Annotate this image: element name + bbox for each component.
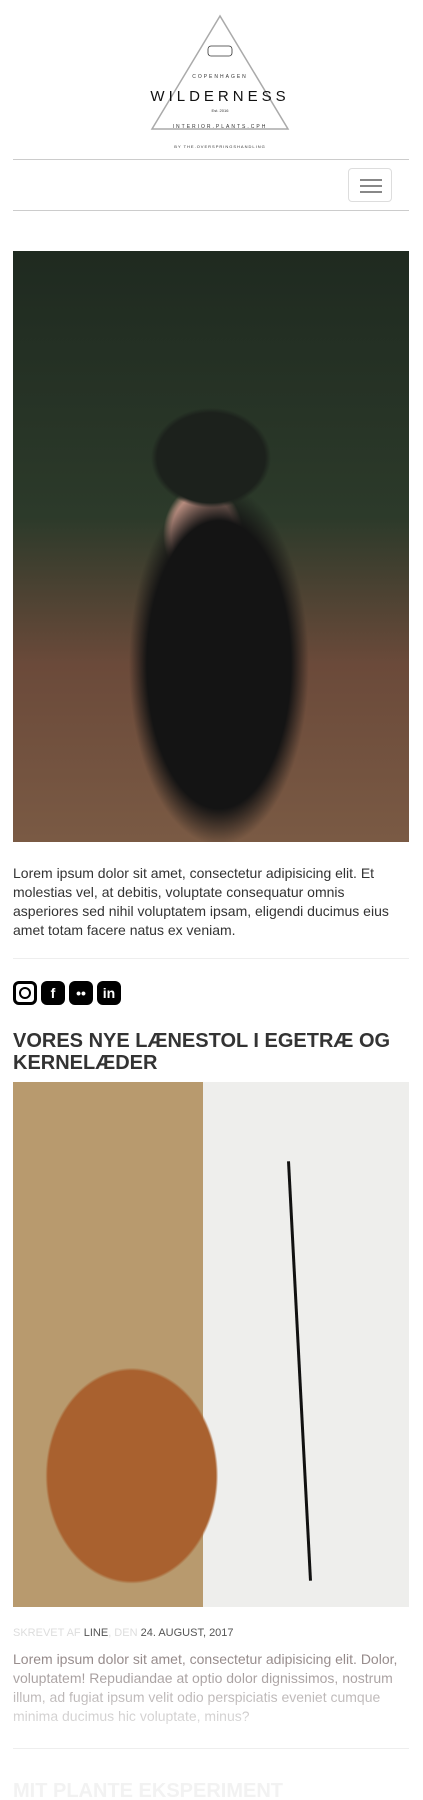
logo-tagline: INTERIOR.PLANTS.CPH [172, 124, 268, 130]
flickr-icon[interactable]: •• [69, 981, 93, 1005]
logo-city: COPENHAGEN [192, 74, 248, 80]
intro-text: Lorem ipsum dolor sit amet, consectetur … [13, 865, 389, 938]
post-excerpt: Lorem ipsum dolor sit amet, consectetur … [13, 1650, 409, 1726]
post-title[interactable]: VORES NYE LÆNESTOL I EGETRÆ OG KERNELÆDE… [13, 1030, 409, 1074]
hero-image-woman-hat [13, 251, 409, 842]
facebook-icon[interactable]: f [41, 981, 65, 1005]
post-title[interactable]: MIT PLANTE EKSPERIMENT [13, 1780, 409, 1800]
post-meta: SKREVET AF LINE, DEN 24. AUGUST, 2017 [13, 1627, 234, 1639]
divider [13, 1748, 409, 1749]
nav-bottom-border [13, 210, 409, 211]
post-image-armchair [13, 1082, 409, 1607]
hamburger-icon [360, 179, 382, 181]
logo-by: BY THE.OVERSPRINGSHANDLING [174, 144, 266, 149]
date-label: , DEN [108, 1627, 138, 1639]
nav-top-border [13, 159, 409, 160]
logo-est: Est. 2016 [211, 108, 229, 113]
logo-name: WILDERNESS [150, 88, 290, 105]
hamburger-icon-bar [360, 185, 382, 187]
social-links: f •• in [13, 981, 121, 1005]
nav-toggle-button[interactable] [348, 168, 392, 202]
instagram-icon[interactable] [13, 981, 37, 1005]
post-date: 24. AUGUST, 2017 [140, 1627, 234, 1639]
linkedin-icon[interactable]: in [97, 981, 121, 1005]
post-author[interactable]: LINE [84, 1627, 108, 1639]
written-by-label: SKREVET AF [13, 1627, 81, 1639]
site-logo[interactable]: COPENHAGEN WILDERNESS Est. 2016 INTERIOR… [150, 14, 290, 149]
hamburger-icon-bar [360, 191, 382, 193]
divider [13, 958, 409, 959]
